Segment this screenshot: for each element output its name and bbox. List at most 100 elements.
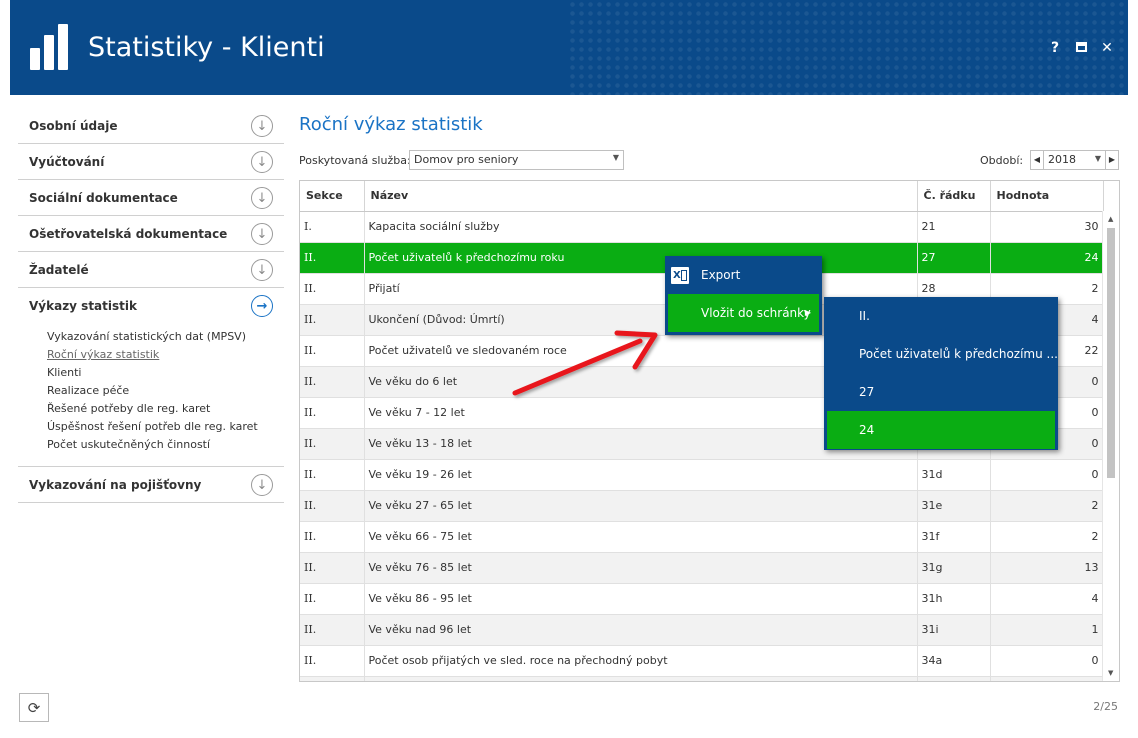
sidebar-item-vykazy-statistik[interactable]: Výkazy statistik → [18,288,284,324]
cell-sekce[interactable]: II. [300,521,365,553]
cell-hodnota[interactable]: 1 [990,614,1104,646]
column-header-sekce[interactable]: Sekce [300,181,365,212]
cell-nazev[interactable]: Ve věku 27 - 65 let [364,490,918,522]
refresh-icon: ⟳ [27,698,41,717]
sidebar-submenu: Vykazování statistických dat (MPSV) Ročn… [18,324,284,466]
cell-nazev[interactable]: Počet uživatelů k předchozímu roku [364,242,918,274]
submenu-item-hodnota[interactable]: 24 [827,411,1055,449]
period-prev-button[interactable]: ◀ [1030,150,1044,170]
header-pattern [568,0,1128,95]
submenu-caret-icon: ▶ [804,308,811,317]
submenu-item-rocni-vykaz[interactable]: Roční výkaz statistik [47,346,284,364]
cell-cislo-radku[interactable]: 34a [917,645,991,677]
cell-nazev[interactable]: Ve věku 19 - 26 let [364,459,918,491]
cell-nazev[interactable]: Ve věku 86 - 95 let [364,583,918,615]
cell-sekce[interactable]: II. [300,583,365,615]
refresh-button[interactable]: ⟳ [19,693,49,722]
table-row[interactable]: II. Ve věku 27 - 65 let 31e 2 [300,490,1104,522]
help-button[interactable]: ? [1048,40,1062,56]
submenu-item-sekce[interactable]: II. [824,297,1058,335]
cell-hodnota[interactable]: 13 [990,552,1104,584]
submenu-item-uspesnost[interactable]: Úspěšnost řešení potřeb dle reg. karet [47,418,284,436]
table-row[interactable]: II. Ve věku 76 - 85 let 31g 13 [300,552,1104,584]
cell-sekce[interactable]: II. [300,490,365,522]
cell-hodnota[interactable]: 30 [990,211,1104,243]
service-select[interactable]: Domov pro seniory ▼ [409,150,624,170]
table-row[interactable]: II. Ve věku nad 96 let 31i 1 [300,614,1104,646]
cell-hodnota[interactable]: 4 [990,583,1104,615]
submenu-item-cislo-radku[interactable]: 27 [824,373,1058,411]
cell-cislo-radku[interactable]: 31g [917,552,991,584]
cell-nazev[interactable]: Kapacita sociální služby [364,211,918,243]
cell-cislo-radku[interactable]: 27 [917,242,991,274]
period-next-button[interactable]: ▶ [1105,150,1119,170]
cell-sekce[interactable]: II. [300,242,365,274]
cell-sekce[interactable]: II. [300,273,365,305]
cell-sekce[interactable]: II. [300,552,365,584]
cell-sekce[interactable] [300,676,365,681]
menu-item-export[interactable]: X Export [665,256,822,294]
table-row[interactable] [300,676,1104,681]
cell-hodnota[interactable] [990,676,1104,681]
sidebar-item-osobni-udaje[interactable]: Osobní údaje ↓ [18,108,284,144]
submenu-item-nazev[interactable]: Počet uživatelů k předchozímu ... [824,335,1058,373]
cell-nazev[interactable]: Ve věku nad 96 let [364,614,918,646]
close-button[interactable]: ✕ [1100,40,1114,56]
cell-sekce[interactable]: II. [300,397,365,429]
table-row[interactable]: II. Ve věku 86 - 95 let 31h 4 [300,583,1104,615]
cell-hodnota[interactable]: 2 [990,490,1104,522]
submenu-item-realizace-pece[interactable]: Realizace péče [47,382,284,400]
sidebar-item-osetrovatelska-dokumentace[interactable]: Ošetřovatelská dokumentace ↓ [18,216,284,252]
cell-sekce[interactable]: II. [300,335,365,367]
column-header-nazev[interactable]: Název [364,181,918,212]
sidebar-item-zadatele[interactable]: Žadatelé ↓ [18,252,284,288]
sidebar-item-label: Ošetřovatelská dokumentace [29,226,228,241]
cell-sekce[interactable]: II. [300,366,365,398]
submenu-item-klienti[interactable]: Klienti [47,364,284,382]
cell-cislo-radku[interactable]: 31f [917,521,991,553]
column-header-cislo-radku[interactable]: Č. řádku [917,181,991,212]
cell-cislo-radku[interactable]: 31e [917,490,991,522]
period-select[interactable]: 2018 ▼ [1044,150,1105,170]
cell-nazev[interactable]: Počet osob přijatých ve sled. roce na př… [364,645,918,677]
scrollbar-thumb[interactable] [1107,228,1115,478]
table-row[interactable]: I. Kapacita sociální služby 21 30 [300,211,1104,243]
arrow-down-circle-icon: ↓ [251,115,273,137]
scroll-down-icon[interactable]: ▼ [1108,669,1113,677]
cell-sekce[interactable]: II. [300,428,365,460]
vertical-scrollbar[interactable]: ▲ ▼ [1102,211,1119,681]
submenu-item-pocet-cinnosti[interactable]: Počet uskutečněných činností [47,436,284,454]
menu-item-vlozit-do-schranky[interactable]: Vložit do schránky ▶ [668,294,819,332]
maximize-button[interactable] [1074,40,1088,56]
cell-hodnota[interactable]: 24 [990,242,1104,274]
cell-cislo-radku[interactable]: 31h [917,583,991,615]
cell-cislo-radku[interactable] [917,676,991,681]
cell-sekce[interactable]: II. [300,304,365,336]
arrow-right-circle-icon: → [251,295,273,317]
sidebar-item-vykazovani-na-pojistovny[interactable]: Vykazování na pojišťovny ↓ [18,467,284,503]
cell-sekce[interactable]: I. [300,211,365,243]
cell-nazev[interactable]: Ve věku 66 - 75 let [364,521,918,553]
cell-sekce[interactable]: II. [300,459,365,491]
column-header-hodnota[interactable]: Hodnota [990,181,1104,212]
cell-hodnota[interactable]: 0 [990,645,1104,677]
scroll-up-icon[interactable]: ▲ [1108,215,1113,223]
cell-sekce[interactable]: II. [300,645,365,677]
cell-cislo-radku[interactable]: 21 [917,211,991,243]
cell-cislo-radku[interactable]: 31d [917,459,991,491]
table-row[interactable]: II. Počet osob přijatých ve sled. roce na… [300,645,1104,677]
table-row[interactable]: II. Ve věku 19 - 26 let 31d 0 [300,459,1104,491]
submenu-item-resene-potreby[interactable]: Řešené potřeby dle reg. karet [47,400,284,418]
table-header-row: Sekce Název Č. řádku Hodnota [300,181,1104,212]
sidebar-item-socialni-dokumentace[interactable]: Sociální dokumentace ↓ [18,180,284,216]
cell-sekce[interactable]: II. [300,614,365,646]
cell-nazev[interactable]: Ve věku 76 - 85 let [364,552,918,584]
cell-cislo-radku[interactable]: 31i [917,614,991,646]
cell-hodnota[interactable]: 2 [990,521,1104,553]
table-row[interactable]: II. Ve věku 66 - 75 let 31f 2 [300,521,1104,553]
cell-nazev[interactable] [364,676,918,681]
submenu-item-mpsv[interactable]: Vykazování statistických dat (MPSV) [47,328,284,346]
sidebar-item-vyuctovani[interactable]: Vyúčtování ↓ [18,144,284,180]
clipboard-submenu: II. Počet uživatelů k předchozímu ... 27… [824,297,1058,450]
cell-hodnota[interactable]: 0 [990,459,1104,491]
